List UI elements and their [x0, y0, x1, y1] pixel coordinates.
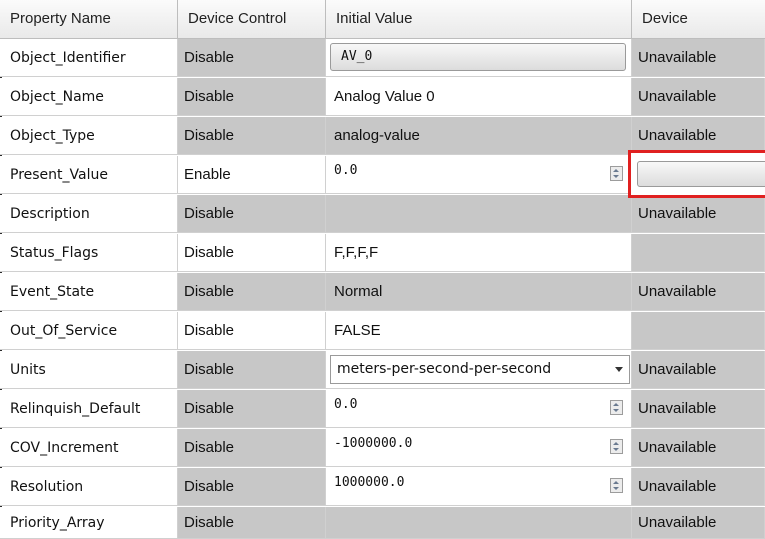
initial-value-cell: AV_0	[326, 39, 632, 77]
device-control: Disable	[178, 390, 326, 428]
device-control: Disable	[178, 468, 326, 506]
table-row: Priority_Array Disable Unavailable	[0, 507, 765, 539]
device-control: Disable	[178, 312, 326, 350]
device-control: Disable	[178, 117, 326, 155]
header-initial-value[interactable]: Initial Value	[326, 0, 632, 38]
device-control[interactable]: Enable	[178, 156, 326, 194]
initial-value	[326, 195, 632, 233]
present-value-device-button[interactable]	[637, 161, 765, 187]
units-select-cell: meters-per-second-per-second	[326, 351, 632, 389]
present-value-spinbox[interactable]: 0.0	[326, 156, 632, 194]
device-value: Unavailable	[632, 468, 765, 506]
spin-arrows-icon[interactable]	[610, 400, 623, 415]
property-name: Status_Flags	[0, 234, 178, 272]
property-name: Description	[0, 195, 178, 233]
device-control: Disable	[178, 78, 326, 116]
property-name: Object_Name	[0, 78, 178, 116]
header-property-name[interactable]: Property Name	[0, 0, 178, 38]
table-row: Relinquish_Default Disable 0.0 Unavailab…	[0, 390, 765, 429]
property-name: COV_Increment	[0, 429, 178, 467]
initial-value: Normal	[326, 273, 632, 311]
property-name: Present_Value	[0, 156, 178, 194]
property-name: Units	[0, 351, 178, 389]
spinbox-value: -1000000.0	[334, 436, 413, 451]
object-identifier-button[interactable]: AV_0	[330, 43, 626, 71]
device-value	[632, 234, 765, 272]
initial-value-input[interactable]: Analog Value 0	[326, 78, 632, 116]
spin-arrows-icon[interactable]	[610, 439, 623, 454]
property-grid: Property Name Device Control Initial Val…	[0, 0, 765, 539]
spinbox-value: 0.0	[334, 163, 358, 178]
property-name: Object_Identifier	[0, 39, 178, 77]
resolution-spinbox[interactable]: 1000000.0	[326, 468, 632, 506]
device-value: Unavailable	[632, 273, 765, 311]
device-value: Unavailable	[632, 39, 765, 77]
spin-arrows-icon[interactable]	[610, 478, 623, 493]
initial-value: analog-value	[326, 117, 632, 155]
table-header: Property Name Device Control Initial Val…	[0, 0, 765, 39]
device-value	[632, 312, 765, 350]
header-device[interactable]: Device	[632, 0, 765, 38]
table-row: Units Disable meters-per-second-per-seco…	[0, 351, 765, 390]
initial-value: F,F,F,F	[326, 234, 632, 272]
device-value: Unavailable	[632, 429, 765, 467]
spinbox-value: 0.0	[334, 397, 358, 412]
chevron-down-icon[interactable]	[615, 367, 623, 372]
initial-value: FALSE	[326, 312, 632, 350]
table-row: Description Disable Unavailable	[0, 195, 765, 234]
units-select[interactable]: meters-per-second-per-second	[330, 355, 630, 384]
table-row: Object_Identifier Disable AV_0 Unavailab…	[0, 39, 765, 78]
device-control: Disable	[178, 351, 326, 389]
table-row: Resolution Disable 1000000.0 Unavailable	[0, 468, 765, 507]
property-name: Out_Of_Service	[0, 312, 178, 350]
units-selected-value: meters-per-second-per-second	[337, 361, 552, 377]
device-value: Unavailable	[632, 507, 765, 539]
device-value: Unavailable	[632, 78, 765, 116]
table-row: COV_Increment Disable -1000000.0 Unavail…	[0, 429, 765, 468]
table-row: Event_State Disable Normal Unavailable	[0, 273, 765, 312]
device-value: Unavailable	[632, 351, 765, 389]
property-name: Event_State	[0, 273, 178, 311]
spinbox-value: 1000000.0	[334, 475, 405, 490]
device-control: Disable	[178, 234, 326, 272]
present-value-device-highlight	[628, 150, 765, 198]
header-device-control[interactable]: Device Control	[178, 0, 326, 38]
property-name: Resolution	[0, 468, 178, 506]
device-control: Disable	[178, 507, 326, 539]
device-control: Disable	[178, 429, 326, 467]
property-name: Relinquish_Default	[0, 390, 178, 428]
cov-increment-spinbox[interactable]: -1000000.0	[326, 429, 632, 467]
device-control: Disable	[178, 273, 326, 311]
table-row: Object_Name Disable Analog Value 0 Unava…	[0, 78, 765, 117]
spin-arrows-icon[interactable]	[610, 166, 623, 181]
device-value: Unavailable	[632, 195, 765, 233]
device-value: Unavailable	[632, 390, 765, 428]
device-control: Disable	[178, 195, 326, 233]
relinquish-default-spinbox[interactable]: 0.0	[326, 390, 632, 428]
property-name: Object_Type	[0, 117, 178, 155]
table-row: Out_Of_Service Disable FALSE	[0, 312, 765, 351]
initial-value	[326, 507, 632, 539]
table-row: Status_Flags Disable F,F,F,F	[0, 234, 765, 273]
device-control: Disable	[178, 39, 326, 77]
property-name: Priority_Array	[0, 507, 178, 539]
